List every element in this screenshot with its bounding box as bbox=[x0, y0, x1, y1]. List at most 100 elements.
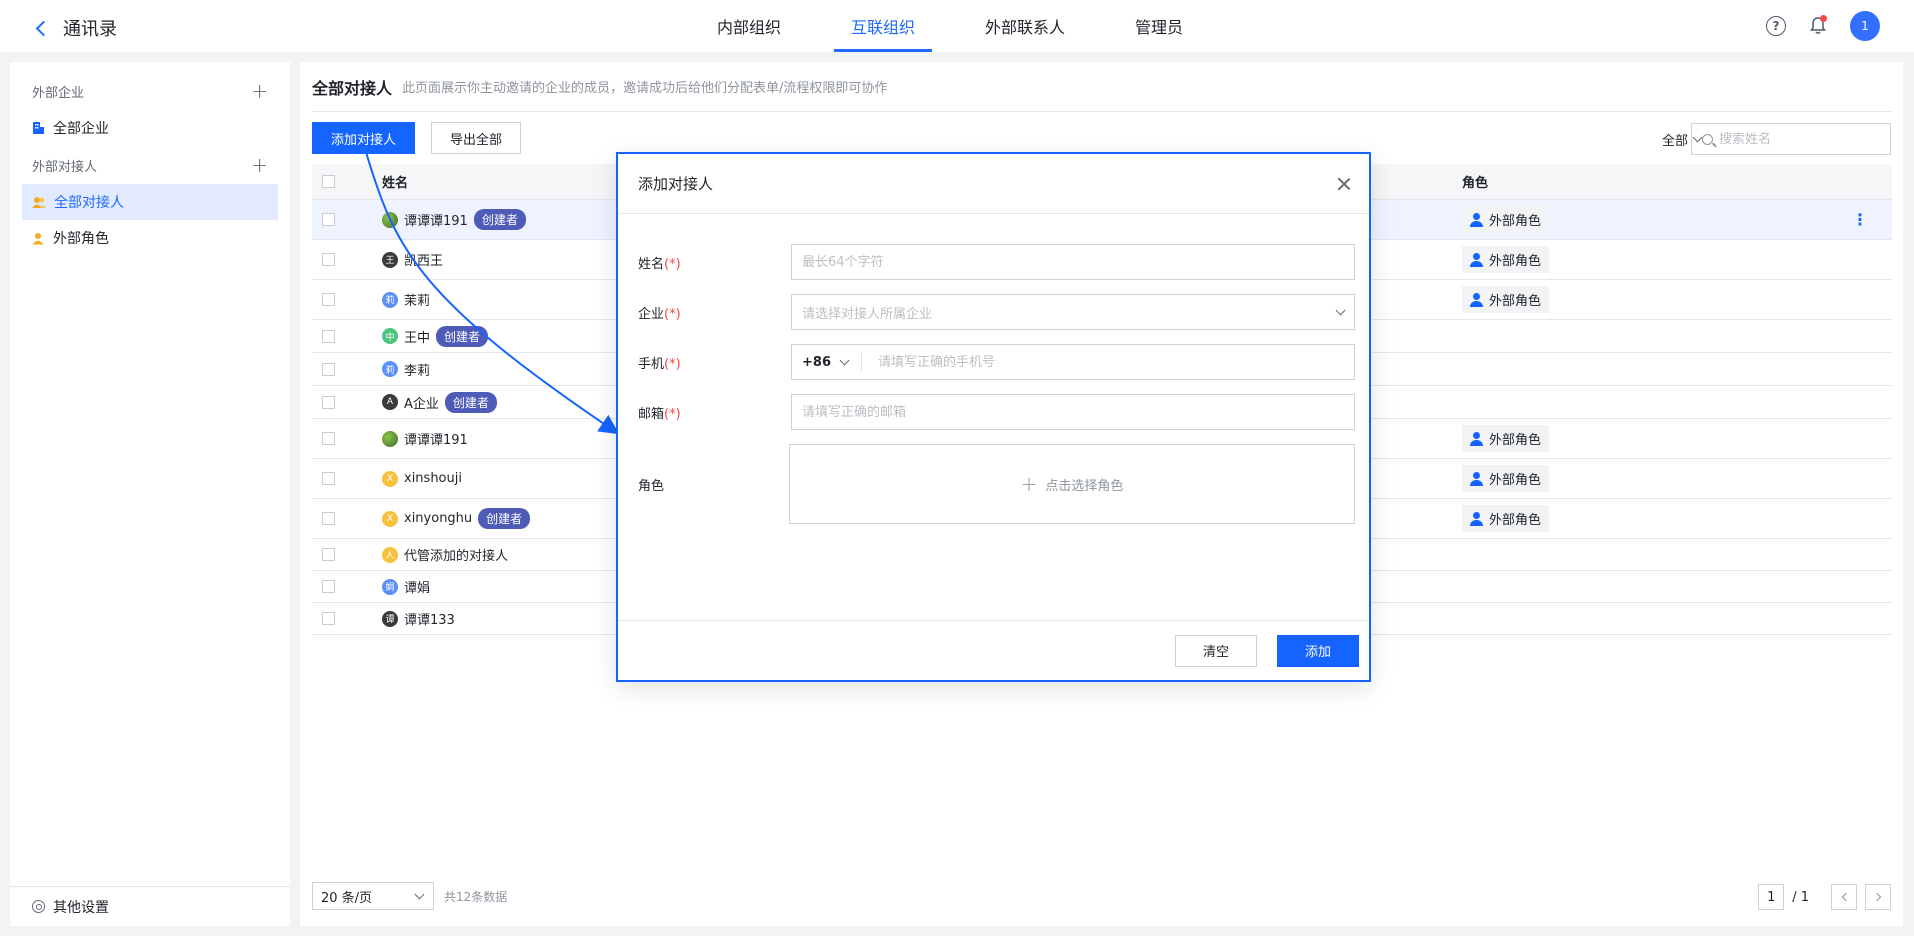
tab-internal-org[interactable]: 内部组织 bbox=[700, 0, 798, 52]
pagination-right: 1 / 1 bbox=[1758, 884, 1891, 910]
email-input[interactable] bbox=[802, 404, 1344, 420]
select-all-checkbox[interactable] bbox=[322, 175, 335, 188]
chevron-down-icon bbox=[1335, 305, 1346, 315]
phone-field: +86 bbox=[791, 344, 1355, 380]
next-page-button[interactable] bbox=[1865, 884, 1891, 910]
clear-button[interactable]: 清空 bbox=[1175, 634, 1257, 667]
role-tag: 外部角色 bbox=[1462, 465, 1550, 492]
name-label: 姓名(*) bbox=[638, 256, 681, 272]
row-checkbox[interactable] bbox=[322, 548, 335, 561]
role-cell: 外部角色 bbox=[1462, 286, 1550, 313]
person-icon bbox=[1470, 252, 1484, 267]
name-input[interactable] bbox=[802, 254, 1344, 270]
main-nav: 内部组织 互联组织 外部联系人 管理员 bbox=[700, 0, 1236, 52]
avatar bbox=[382, 211, 398, 228]
contact-name: xinshouji bbox=[404, 471, 462, 486]
sidebar-item-all-enterprises[interactable]: 全部企业 bbox=[22, 110, 278, 146]
tab-connected-org[interactable]: 互联组织 bbox=[834, 0, 933, 52]
add-contact-icon[interactable]: + bbox=[251, 153, 268, 177]
name-field[interactable] bbox=[791, 244, 1355, 280]
role-row: 角色 + 点击选择角色 bbox=[638, 444, 1359, 524]
sidebar-item-external-roles[interactable]: 外部角色 bbox=[22, 220, 278, 256]
other-settings[interactable]: 其他设置 bbox=[10, 886, 290, 926]
sidebar-group-label: 外部企业 bbox=[32, 85, 85, 101]
search-box[interactable] bbox=[1691, 123, 1891, 155]
avatar: X bbox=[382, 510, 398, 527]
row-checkbox[interactable] bbox=[322, 612, 335, 625]
contact-name: 代管添加的对接人 bbox=[404, 549, 509, 564]
bell-icon[interactable] bbox=[1808, 15, 1828, 36]
person-icon bbox=[1470, 292, 1484, 307]
row-checkbox[interactable] bbox=[322, 329, 335, 343]
role-cell: 外部角色 bbox=[1462, 425, 1550, 452]
main-header: 全部对接人 此页面展示你主动邀请的企业的成员，邀请成功后给他们分配表单/流程权限… bbox=[312, 62, 1892, 112]
chevron-right-icon bbox=[1872, 892, 1881, 902]
submit-add-button[interactable]: 添加 bbox=[1277, 634, 1359, 667]
phone-input[interactable] bbox=[878, 354, 1344, 370]
total-count: 共12条数据 bbox=[444, 889, 508, 904]
sidebar-item-label: 全部对接人 bbox=[54, 195, 124, 211]
contact-name: 谭谭谭191 bbox=[404, 433, 468, 448]
page-number-input[interactable]: 1 bbox=[1758, 884, 1785, 910]
row-checkbox[interactable] bbox=[322, 472, 335, 485]
sidebar-item-all-contacts[interactable]: 全部对接人 bbox=[22, 184, 278, 220]
tab-admins[interactable]: 管理员 bbox=[1118, 0, 1200, 52]
role-cell: 外部角色 bbox=[1462, 465, 1550, 492]
email-label: 邮箱(*) bbox=[638, 406, 681, 422]
sidebar-group-enterprise: 外部企业 + bbox=[10, 72, 290, 110]
dialog-footer: 清空 添加 bbox=[618, 620, 1369, 680]
country-code-select[interactable]: +86 bbox=[802, 352, 862, 372]
back-button[interactable]: 通讯录 bbox=[34, 15, 117, 41]
dialog-title: 添加对接人 bbox=[638, 175, 714, 193]
row-checkbox[interactable] bbox=[322, 395, 335, 409]
contact-name: 谭娟 bbox=[404, 581, 431, 596]
avatar: X bbox=[382, 470, 398, 487]
user-avatar[interactable]: 1 bbox=[1850, 11, 1880, 41]
select-role-area[interactable]: + 点击选择角色 bbox=[789, 444, 1355, 524]
add-contact-button[interactable]: 添加对接人 bbox=[312, 122, 416, 154]
role-label: 外部角色 bbox=[1489, 214, 1542, 229]
row-checkbox[interactable] bbox=[322, 432, 335, 445]
row-checkbox[interactable] bbox=[322, 362, 335, 376]
company-select[interactable]: 请选择对接人所属企业 bbox=[791, 294, 1355, 330]
scope-filter-label: 全部 bbox=[1661, 134, 1688, 149]
person-icon bbox=[1470, 431, 1484, 446]
tab-external-contacts[interactable]: 外部联系人 bbox=[968, 0, 1082, 52]
phone-row: 手机(*) +86 bbox=[638, 344, 1359, 380]
gear-icon bbox=[32, 900, 45, 913]
toolbar: 添加对接人 导出全部 bbox=[312, 122, 522, 154]
select-role-label: 点击选择角色 bbox=[1045, 478, 1124, 494]
header-role: 角色 bbox=[1462, 176, 1489, 191]
contact-name: 李莉 bbox=[404, 363, 431, 379]
sidebar-group-contacts: 外部对接人 + bbox=[10, 146, 290, 184]
page-size-select[interactable]: 20 条/页 bbox=[312, 882, 434, 910]
chevron-down-icon bbox=[839, 355, 850, 365]
avatar: A bbox=[382, 394, 398, 410]
company-label: 企业(*) bbox=[638, 306, 681, 322]
company-placeholder: 请选择对接人所属企业 bbox=[802, 306, 933, 322]
chevron-left-icon bbox=[1841, 892, 1850, 902]
help-icon[interactable]: ? bbox=[1766, 16, 1786, 36]
phone-label: 手机(*) bbox=[638, 356, 681, 372]
row-checkbox[interactable] bbox=[322, 213, 335, 226]
close-icon[interactable] bbox=[1337, 177, 1351, 191]
contact-name: 谭谭133 bbox=[404, 613, 455, 628]
search-input[interactable] bbox=[1719, 131, 1879, 147]
pagination-left: 20 条/页 共12条数据 bbox=[312, 882, 507, 910]
creator-badge: 创建者 bbox=[478, 508, 531, 529]
role-label: 外部角色 bbox=[1489, 473, 1542, 488]
avatar: 莉 bbox=[382, 291, 398, 308]
row-checkbox[interactable] bbox=[322, 253, 335, 266]
contact-name: 凯西王 bbox=[404, 254, 444, 269]
add-enterprise-icon[interactable]: + bbox=[251, 79, 268, 103]
prev-page-button[interactable] bbox=[1831, 884, 1857, 910]
row-checkbox[interactable] bbox=[322, 580, 335, 593]
email-field[interactable] bbox=[791, 394, 1355, 430]
export-all-button[interactable]: 导出全部 bbox=[431, 122, 522, 154]
row-checkbox[interactable] bbox=[322, 512, 335, 525]
row-checkbox[interactable] bbox=[322, 293, 335, 306]
role-cell: 外部角色 bbox=[1462, 505, 1550, 532]
role-tag: 外部角色 bbox=[1462, 246, 1550, 273]
contact-name: 谭谭谭191 bbox=[404, 214, 468, 229]
more-actions-icon[interactable]: ⋮ bbox=[1852, 210, 1868, 229]
